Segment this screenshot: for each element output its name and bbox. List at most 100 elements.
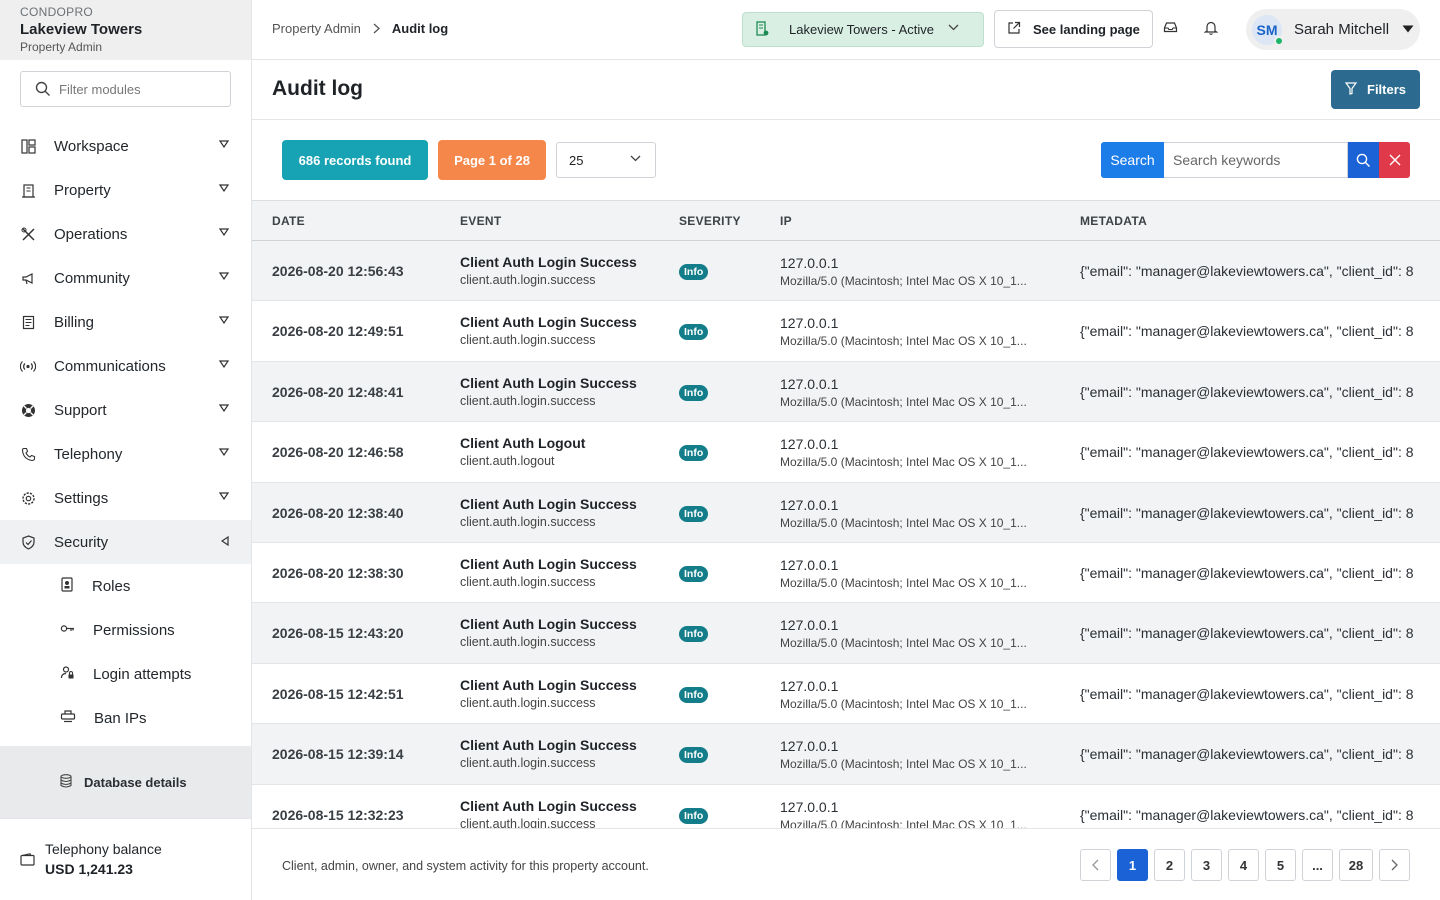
row-event-name: Client Auth Logout (460, 435, 586, 452)
pagination-next-button[interactable] (1379, 849, 1410, 881)
sidebar-item-workspace[interactable]: Workspace (0, 124, 251, 168)
severity-badge: Info (679, 565, 709, 582)
breadcrumb: Property Admin Audit log (272, 21, 448, 36)
sidebar-subitem-ban-ips[interactable]: Ban IPs (0, 696, 251, 740)
severity-badge: Info (679, 505, 709, 522)
gear-icon (20, 490, 36, 506)
row-date: 2026-08-15 12:39:14 (272, 746, 404, 763)
row-metadata: {"email": "manager@lakeviewtowers.ca", "… (1080, 263, 1414, 279)
severity-badge: Info (679, 264, 709, 280)
pagination-page-1[interactable]: 1 (1117, 849, 1148, 881)
table-row[interactable]: 2026-08-20 12:46:58 Client Auth Logout cl… (252, 422, 1440, 483)
table-row[interactable]: 2026-08-15 12:43:20 Client Auth Login Su… (252, 603, 1440, 664)
pagination-page-3[interactable]: 3 (1191, 849, 1222, 881)
severity-badge: Info (679, 807, 709, 824)
per-page-select[interactable]: 25 (556, 142, 656, 178)
sidebar-subitem-login-attempts[interactable]: Login attempts (0, 652, 251, 696)
workspace-icon (20, 138, 36, 154)
avatar-initials: SM (1256, 21, 1278, 38)
property-selector[interactable]: Lakeview Towers - Active (742, 12, 984, 47)
see-landing-page-label: See landing page (1033, 21, 1140, 37)
pagination-page-28[interactable]: 28 (1339, 849, 1373, 881)
search-label: Search (1101, 142, 1164, 178)
table-row[interactable]: 2026-08-15 12:32:23 Client Auth Login Su… (252, 785, 1440, 828)
sidebar-item-label: Billing (54, 313, 95, 331)
row-metadata: {"email": "manager@lakeviewtowers.ca", "… (1080, 685, 1414, 702)
row-date: 2026-08-15 12:42:51 (272, 685, 404, 702)
sidebar-item-support[interactable]: Support (0, 388, 251, 432)
sidebar-subitem-label: Login attempts (93, 665, 192, 683)
column-header-event[interactable]: EVENT (460, 214, 502, 228)
filters-button[interactable]: Filters (1331, 70, 1420, 109)
avatar: SM (1252, 14, 1284, 46)
search-input[interactable] (1164, 142, 1348, 178)
column-header-severity[interactable]: SEVERITY (679, 214, 741, 228)
table-row[interactable]: 2026-08-15 12:39:14 Client Auth Login Su… (252, 724, 1440, 785)
column-header-date[interactable]: DATE (272, 214, 305, 228)
row-ip: 127.0.0.1 (780, 496, 839, 513)
row-metadata: {"email": "manager@lakeviewtowers.ca", "… (1080, 504, 1414, 521)
severity-badge: Info (679, 747, 709, 764)
user-name: Sarah Mitchell (1294, 21, 1390, 38)
breadcrumb-root[interactable]: Property Admin (272, 21, 361, 36)
row-metadata: {"email": "manager@lakeviewtowers.ca", "… (1080, 444, 1414, 461)
sidebar-item-community[interactable]: Community (0, 256, 251, 300)
row-date: 2026-08-20 12:38:30 (272, 564, 404, 581)
user-menu[interactable]: SM Sarah Mitchell (1246, 9, 1420, 50)
row-event-name: Client Auth Login Success (460, 737, 637, 754)
row-user-agent: Mozilla/5.0 (Macintosh; Intel Mac OS X 1… (780, 757, 1027, 772)
sidebar-item-communications[interactable]: Communications (0, 344, 251, 388)
row-event-key: client.auth.logout (460, 454, 555, 469)
pagination-page-4[interactable]: 4 (1228, 849, 1259, 881)
row-user-agent: Mozilla/5.0 (Macintosh; Intel Mac OS X 1… (780, 274, 1027, 288)
pagination-page-5[interactable]: 5 (1265, 849, 1296, 881)
database-details-link[interactable]: Database details (0, 746, 251, 818)
sidebar-item-label: Support (54, 401, 107, 419)
row-ip: 127.0.0.1 (780, 255, 839, 271)
sidebar-item-billing[interactable]: Billing (0, 300, 251, 344)
table-row[interactable]: 2026-08-20 12:48:41 Client Auth Login Su… (252, 361, 1440, 423)
row-metadata: {"email": "manager@lakeviewtowers.ca", "… (1080, 806, 1414, 823)
page-header: Audit log Filters (252, 60, 1440, 120)
search-button[interactable] (1348, 142, 1379, 178)
search-group: Search (1101, 142, 1410, 178)
bell-icon[interactable] (1203, 20, 1219, 40)
filter-modules-field[interactable] (20, 71, 231, 107)
table-row[interactable]: 2026-08-20 12:38:30 Client Auth Login Su… (252, 543, 1440, 604)
row-event-key: client.auth.login.success (460, 816, 596, 828)
sidebar-item-operations[interactable]: Operations (0, 212, 251, 256)
sidebar-subitem-permissions[interactable]: Permissions (0, 608, 251, 652)
table-row[interactable]: 2026-08-20 12:56:43 Client Auth Login Su… (252, 241, 1440, 302)
row-ip: 127.0.0.1 (780, 315, 839, 332)
row-ip: 127.0.0.1 (780, 375, 839, 392)
pagination-prev-button[interactable] (1080, 849, 1111, 881)
table-row[interactable]: 2026-08-20 12:38:40 Client Auth Login Su… (252, 482, 1440, 543)
sidebar-item-security[interactable]: Security (0, 520, 251, 564)
page-title: Audit log (272, 77, 363, 100)
clear-search-button[interactable] (1379, 142, 1410, 178)
balance-label: Telephony balance (45, 841, 162, 857)
row-user-agent: Mozilla/5.0 (Macintosh; Intel Mac OS X 1… (780, 575, 1027, 590)
row-event-key: client.auth.login.success (460, 333, 596, 348)
chevron-left-icon (1092, 859, 1099, 871)
row-event-key: client.auth.login.success (460, 574, 596, 589)
broadcast-icon (20, 358, 36, 374)
database-details-label: Database details (84, 774, 187, 790)
caret-down-icon (219, 140, 229, 148)
pagination-page-2[interactable]: 2 (1154, 849, 1185, 881)
filter-modules-input[interactable] (59, 81, 219, 97)
sidebar-item-label: Telephony (54, 445, 123, 463)
sidebar-subitem-roles[interactable]: Roles (0, 564, 251, 608)
sidebar-item-telephony[interactable]: Telephony (0, 432, 251, 476)
property-selector-label: Lakeview Towers - Active (789, 22, 934, 37)
inbox-icon[interactable] (1163, 20, 1178, 39)
table-row[interactable]: 2026-08-15 12:42:51 Client Auth Login Su… (252, 664, 1440, 725)
sidebar-item-property[interactable]: Property (0, 168, 251, 212)
building-icon (755, 20, 769, 39)
sidebar-item-settings[interactable]: Settings (0, 476, 251, 520)
table-row[interactable]: 2026-08-20 12:49:51 Client Auth Login Su… (252, 301, 1440, 362)
see-landing-page-button[interactable]: See landing page (994, 10, 1153, 48)
column-header-ip[interactable]: IP (780, 214, 792, 228)
row-event-key: client.auth.login.success (460, 273, 596, 287)
column-header-metadata[interactable]: METADATA (1080, 214, 1147, 228)
